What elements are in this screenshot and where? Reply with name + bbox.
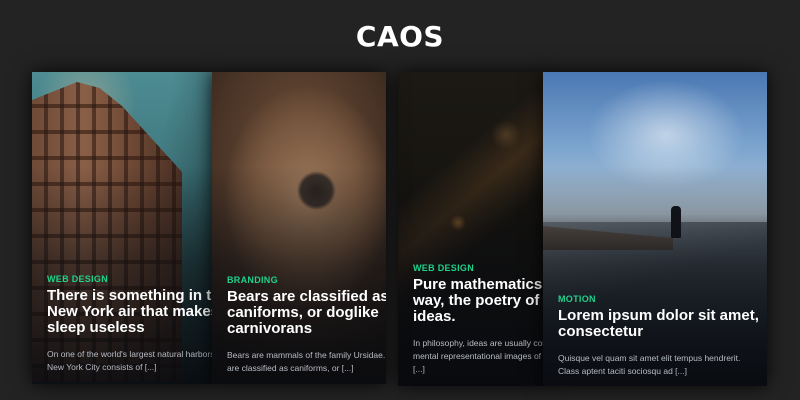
card-excerpt: Quisque vel quam sit amet elit tempus he… — [558, 353, 741, 376]
card-title[interactable]: Pure mathematics is, in its way, the poe… — [413, 277, 548, 325]
card-excerpt: Bears are mammals of the family Ursidae.… — [227, 350, 386, 373]
card-title[interactable]: Lorem ipsum dolor sit amet, consectetur — [558, 308, 767, 340]
card-category[interactable]: WEB DESIGN — [413, 263, 548, 273]
post-card-bears[interactable]: BRANDING Bears are classified as canifor… — [212, 72, 386, 384]
page-title: CAOS — [355, 20, 445, 53]
card-content: MOTION Lorem ipsum dolor sit amet, conse… — [558, 294, 767, 378]
card-content: BRANDING Bears are classified as canifor… — [227, 275, 386, 375]
card-category[interactable]: MOTION — [558, 294, 767, 304]
post-card-new-york[interactable]: WEB DESIGN There is something in the New… — [32, 72, 212, 384]
card-content: WEB DESIGN There is something in the New… — [47, 274, 212, 374]
card-title[interactable]: There is something in the New York air t… — [47, 288, 212, 336]
post-card-lorem[interactable]: MOTION Lorem ipsum dolor sit amet, conse… — [543, 72, 767, 386]
card-title[interactable]: Bears are classified as caniforms, or do… — [227, 289, 386, 337]
card-category[interactable]: WEB DESIGN — [47, 274, 212, 284]
post-card-mathematics[interactable]: WEB DESIGN Pure mathematics is, in its w… — [398, 72, 548, 386]
card-content: WEB DESIGN Pure mathematics is, in its w… — [413, 263, 548, 376]
card-excerpt: On one of the world's largest natural ha… — [47, 349, 212, 372]
card-category[interactable]: BRANDING — [227, 275, 386, 285]
card-excerpt: In philosophy, ideas are usually constru… — [413, 338, 548, 374]
